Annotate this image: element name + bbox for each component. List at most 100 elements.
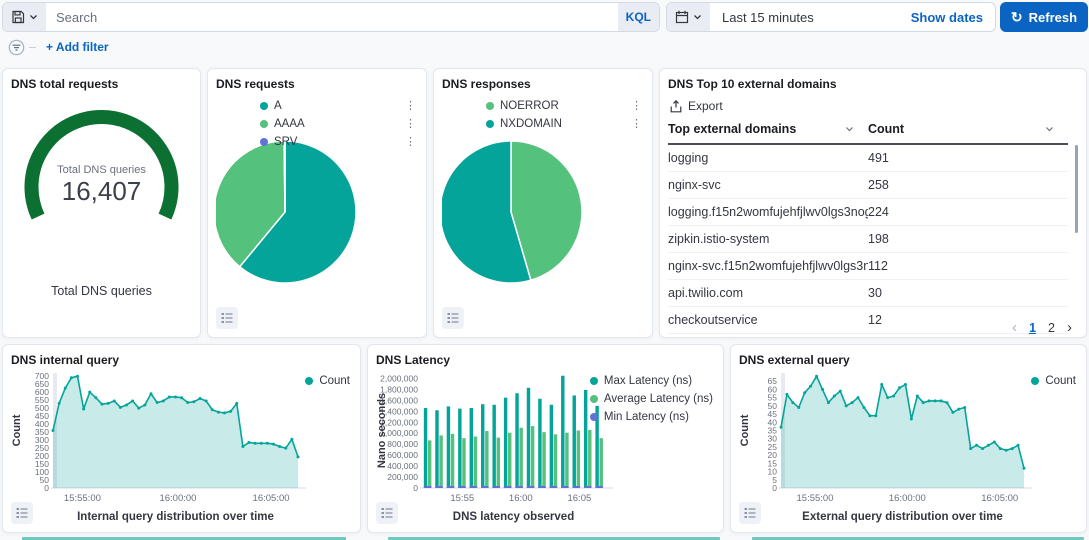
- legend-item[interactable]: NOERROR⋮: [486, 99, 644, 112]
- domain-cell: logging.f15n2womfujehfjlwv0lgs3nog....: [668, 199, 868, 226]
- saved-query-menu-button[interactable]: [3, 3, 46, 31]
- legend-actions-icon[interactable]: ⋮: [403, 135, 418, 148]
- legend-label: SRV: [274, 136, 297, 148]
- legend-item[interactable]: AAAA ⋮: [260, 117, 418, 130]
- svg-text:2,000,000: 2,000,000: [380, 373, 418, 383]
- domain-cell: nginx-svc: [668, 172, 868, 199]
- list-icon: [379, 505, 395, 521]
- add-filter-button[interactable]: + Add filter: [40, 39, 115, 55]
- export-label: Export: [688, 99, 723, 113]
- sort-chevron-icon: [1045, 126, 1054, 132]
- svg-text:800,000: 800,000: [387, 439, 418, 449]
- filter-icon[interactable]: [8, 39, 25, 56]
- pagination-prev-icon[interactable]: ‹: [1012, 320, 1017, 335]
- legend-list-toggle-button[interactable]: [376, 502, 398, 524]
- table-row: nginx-svc258: [668, 172, 1068, 199]
- filter-bar: + Add filter: [8, 38, 115, 56]
- domain-cell: logging: [668, 144, 868, 172]
- legend-list-toggle-button[interactable]: [216, 307, 238, 329]
- svg-text:DNS latency observed: DNS latency observed: [453, 511, 574, 523]
- legend-list-toggle-button[interactable]: [739, 502, 761, 524]
- legend-list-toggle-button[interactable]: [11, 502, 33, 524]
- domain-cell: nginx-svc.f15n2womfujehfjlwv0lgs3no...: [668, 253, 868, 280]
- legend-dot-icon: [590, 377, 598, 385]
- table-row: checkoutservice12: [668, 307, 1068, 334]
- legend-dot-icon: [486, 120, 494, 128]
- table-row: zipkin.istio-system198: [668, 226, 1068, 253]
- dns-responses-pie-chart[interactable]: NOERROR⋮ NXDOMAIN ⋮: [442, 91, 644, 329]
- legend-actions-icon[interactable]: ⋮: [403, 117, 418, 130]
- legend-dot-icon: [486, 102, 494, 110]
- legend-label: AAAA: [274, 118, 305, 130]
- chart-legend: A⋮ AAAA ⋮ SRV ⋮: [260, 99, 418, 148]
- dns-latency-bar-chart[interactable]: 0200,000400,000600,000800,0001,000,0001,…: [376, 367, 715, 524]
- save-icon: [11, 10, 25, 24]
- legend-dot-icon: [590, 395, 598, 403]
- legend-item[interactable]: A⋮: [260, 99, 418, 112]
- svg-text:15:55: 15:55: [450, 493, 474, 504]
- legend-item[interactable]: Count: [305, 375, 350, 387]
- legend-item[interactable]: Count: [1031, 375, 1076, 387]
- legend-item[interactable]: Average Latency (ns): [590, 393, 713, 405]
- column-header-label: Count: [868, 122, 904, 136]
- refresh-label: Refresh: [1029, 10, 1077, 25]
- show-dates-button[interactable]: Show dates: [899, 3, 995, 31]
- table-scrollbar[interactable]: [1075, 145, 1078, 233]
- svg-text:16,407: 16,407: [62, 176, 142, 206]
- refresh-button[interactable]: ↻ Refresh: [1000, 2, 1088, 32]
- svg-text:700: 700: [35, 371, 49, 381]
- date-quick-menu-button[interactable]: [667, 3, 710, 31]
- legend-dot-icon: [260, 102, 268, 110]
- svg-text:16:05: 16:05: [567, 493, 591, 504]
- svg-text:16:00:00: 16:00:00: [889, 493, 926, 504]
- count-cell: 491: [868, 144, 1068, 172]
- refresh-icon: ↻: [1011, 10, 1023, 24]
- pagination-page-2[interactable]: 2: [1048, 321, 1055, 335]
- column-header-count[interactable]: Count: [868, 117, 1068, 144]
- legend-actions-icon[interactable]: ⋮: [629, 99, 644, 112]
- chart-legend: Count: [1031, 375, 1076, 387]
- legend-dot-icon: [590, 413, 598, 421]
- pagination-page-1[interactable]: 1: [1029, 321, 1036, 335]
- legend-actions-icon[interactable]: ⋮: [403, 99, 418, 112]
- search-input[interactable]: [46, 3, 618, 31]
- legend-dot-icon: [260, 138, 268, 146]
- legend-item[interactable]: SRV ⋮: [260, 135, 418, 148]
- export-button[interactable]: Export: [670, 99, 723, 113]
- legend-label: NXDOMAIN: [500, 118, 562, 130]
- legend-item[interactable]: Max Latency (ns): [590, 375, 713, 387]
- legend-actions-icon[interactable]: ⋮: [629, 117, 644, 130]
- svg-text:External query distribution ov: External query distribution over time: [802, 511, 1003, 523]
- chart-legend: NOERROR⋮ NXDOMAIN ⋮: [486, 99, 644, 130]
- legend-item[interactable]: NXDOMAIN ⋮: [486, 117, 644, 130]
- svg-text:0: 0: [413, 483, 418, 493]
- column-header-domains[interactable]: Top external domains: [668, 117, 868, 144]
- time-range-button[interactable]: Last 15 minutes: [710, 3, 899, 31]
- legend-dot-icon: [260, 120, 268, 128]
- table-row: nginx-svc.f15n2womfujehfjlwv0lgs3no...11…: [668, 253, 1068, 280]
- domain-cell: zipkin.istio-system: [668, 226, 868, 253]
- dns-requests-pie-chart[interactable]: A⋮ AAAA ⋮ SRV ⋮: [216, 91, 418, 329]
- legend-list-toggle-button[interactable]: [442, 307, 464, 329]
- pagination-next-icon[interactable]: ›: [1067, 320, 1072, 335]
- legend-item[interactable]: Min Latency (ns): [590, 411, 713, 423]
- svg-text:Nano seconds: Nano seconds: [376, 393, 388, 468]
- table-row: api.twilio.com30: [668, 280, 1068, 307]
- legend-label: Average Latency (ns): [604, 393, 713, 405]
- svg-text:15:55:00: 15:55:00: [64, 493, 101, 504]
- legend-dot-icon: [305, 377, 313, 385]
- sort-chevron-icon: [845, 126, 854, 132]
- chart-legend: Count: [305, 375, 350, 387]
- external-query-area-chart[interactable]: 0510152025303540455055606515:55:0016:00:…: [739, 367, 1078, 524]
- kql-badge[interactable]: KQL: [618, 3, 659, 31]
- internal-query-area-chart[interactable]: 0501001502002503003504004505005506006507…: [11, 367, 352, 524]
- svg-text:Count: Count: [11, 414, 23, 446]
- svg-text:Internal query distribution ov: Internal query distribution over time: [77, 511, 274, 523]
- top-domains-table-container: Export Top external domains: [668, 99, 1078, 337]
- export-icon: [670, 100, 682, 113]
- top-domains-table: Top external domains Count: [668, 117, 1068, 334]
- panel-dns-requests: DNS requests A⋮AAAA⋮SRV⋮: [207, 68, 427, 338]
- panel-title: DNS total requests: [11, 77, 192, 91]
- svg-text:15:55:00: 15:55:00: [797, 493, 834, 504]
- table-pagination: ‹ 12 ›: [1012, 320, 1072, 335]
